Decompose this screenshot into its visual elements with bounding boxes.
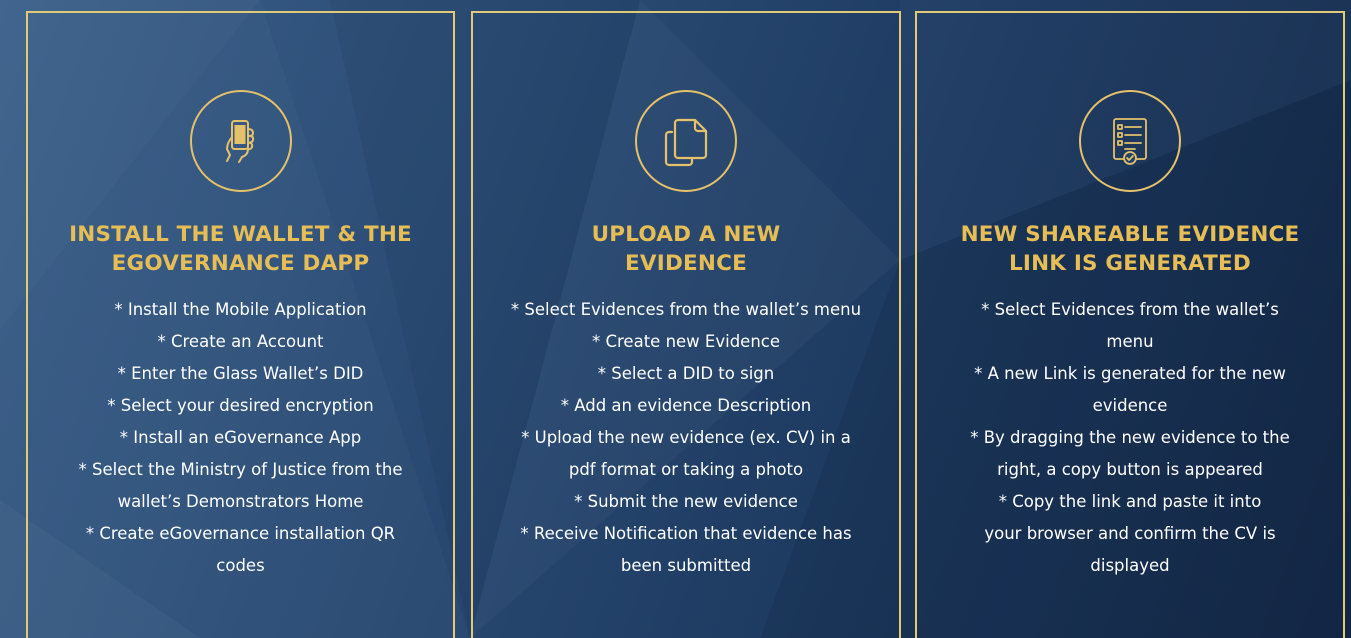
step-line: * Select a DID to sign — [597, 364, 775, 383]
card-title-line-1: NEW SHAREABLE EVIDENCE — [960, 222, 1300, 247]
step-line: codes — [216, 556, 265, 575]
card-title-line-2: EVIDENCE — [625, 251, 747, 276]
step-card-upload: UPLOAD A NEW EVIDENCE * Select Evidences… — [471, 11, 901, 638]
icon-circle — [635, 90, 737, 192]
step-line: * Install an eGovernance App — [119, 428, 362, 447]
step-line: * Select your desired encryption — [107, 396, 374, 415]
step-line: * Receive Notification that evidence has — [520, 524, 852, 543]
step-line: * Add an evidence Description — [560, 396, 812, 415]
step-line: * Select the Ministry of Justice from th… — [78, 460, 403, 479]
step-line: * Create new Evidence — [592, 332, 780, 351]
icon-circle — [1079, 90, 1181, 192]
step-card-install: INSTALL THE WALLET & THE EGOVERNANCE DAP… — [26, 11, 455, 638]
step-line: * Create eGovernance installation QR — [85, 524, 396, 543]
card-title: INSTALL THE WALLET & THE EGOVERNANCE DAP… — [48, 220, 433, 278]
card-title-line-1: UPLOAD A NEW — [591, 222, 781, 247]
step-line: wallet’s Demonstrators Home — [117, 492, 364, 511]
step-line: * Select Evidences from the wallet’s men… — [510, 300, 862, 319]
step-line: * Upload the new evidence (ex. CV) in a — [521, 428, 851, 447]
step-line: * Enter the Glass Wallet’s DID — [117, 364, 364, 383]
step-line: right, a copy button is appeared — [997, 460, 1263, 479]
step-line: evidence — [1092, 396, 1168, 415]
step-line: * A new Link is generated for the new — [974, 364, 1286, 383]
phone-in-hand-icon — [225, 120, 254, 163]
card-title-line-2: LINK IS GENERATED — [1009, 251, 1251, 276]
step-line: menu — [1106, 332, 1154, 351]
card-title: NEW SHAREABLE EVIDENCE LINK IS GENERATED — [937, 220, 1323, 278]
verified-checklist-icon — [1113, 118, 1147, 165]
card-title-line-1: INSTALL THE WALLET & THE — [69, 222, 412, 247]
step-line: * Install the Mobile Application — [114, 300, 367, 319]
card-title: UPLOAD A NEW EVIDENCE — [493, 220, 879, 278]
step-line: displayed — [1090, 556, 1170, 575]
step-line: * By dragging the new evidence to the — [970, 428, 1290, 447]
step-line: pdf format or taking a photo — [568, 460, 804, 479]
step-card-shareable-link: NEW SHAREABLE EVIDENCE LINK IS GENERATED… — [915, 11, 1345, 638]
copy-documents-icon — [664, 118, 708, 167]
step-line: * Submit the new evidence — [574, 492, 798, 511]
card-title-line-2: EGOVERNANCE DAPP — [111, 251, 370, 276]
step-line: * Select Evidences from the wallet’s — [981, 300, 1279, 319]
step-list: * Select Evidences from the wallet’s men… — [473, 294, 899, 582]
step-line: been submitted — [620, 556, 752, 575]
icon-circle — [189, 90, 292, 192]
step-list: * Install the Mobile Application * Creat… — [28, 294, 453, 582]
step-line: your browser and confirm the CV is — [984, 524, 1276, 543]
step-line: * Create an Account — [157, 332, 324, 351]
step-line: * Copy the link and paste it into — [998, 492, 1262, 511]
step-list: * Select Evidences from the wallet’s men… — [917, 294, 1343, 582]
